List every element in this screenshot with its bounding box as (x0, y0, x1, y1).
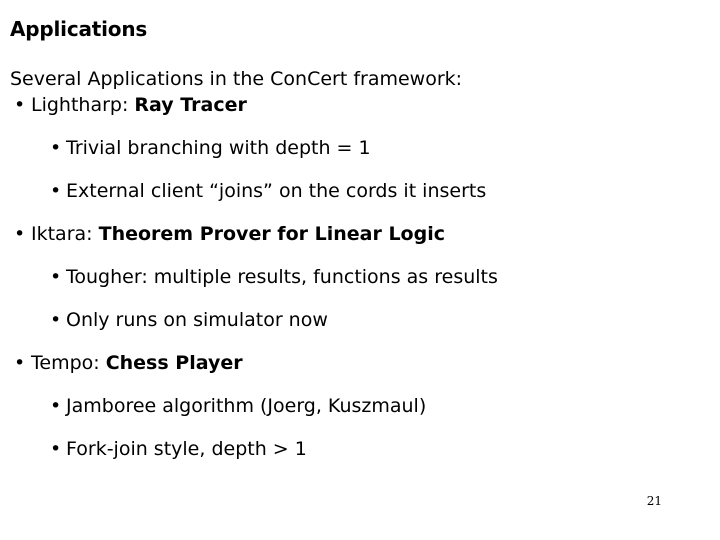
bullet-item-level-1: • Iktara: Theorem Prover for Linear Logic (0, 221, 720, 264)
bullet-text-plain: Iktara: (31, 223, 99, 245)
bullet-text-plain: Jamboree algorithm (Joerg, Kuszmaul) (66, 395, 427, 417)
bullet-point-icon: • (14, 94, 26, 116)
bullet-item-label: Tempo: Chess Player (31, 350, 243, 376)
bullet-item-level-2: • External client “joins” on the cords it… (0, 178, 720, 221)
page-number: 21 (646, 494, 662, 508)
bullet-point-icon: • (50, 137, 62, 159)
bullet-item-label: Lightharp: Ray Tracer (31, 92, 247, 118)
bullet-text-plain: Only runs on simulator now (66, 309, 328, 331)
bullet-item-level-2: • Only runs on simulator now (0, 307, 720, 350)
bullet-item-label: Iktara: Theorem Prover for Linear Logic (31, 221, 445, 247)
bullet-text-plain: External client “joins” on the cords it … (66, 180, 487, 202)
bullet-text-plain: Fork-join style, depth > 1 (66, 438, 307, 460)
bullet-item-level-2: • Jamboree algorithm (Joerg, Kuszmaul) (0, 393, 720, 436)
bullet-item-label: Tougher: multiple results, functions as … (66, 264, 498, 290)
bullet-point-icon: • (14, 223, 26, 245)
bullet-item-label: Jamboree algorithm (Joerg, Kuszmaul) (66, 393, 426, 419)
bullet-item-label: Only runs on simulator now (66, 307, 328, 333)
bullet-item-label: Fork-join style, depth > 1 (66, 436, 307, 462)
bullet-text-emphasis: Theorem Prover for Linear Logic (98, 223, 445, 245)
bullet-point-icon: • (50, 395, 62, 417)
bullet-point-icon: • (50, 180, 62, 202)
bullet-item-label: Trivial branching with depth = 1 (66, 135, 371, 161)
bullet-point-icon: • (14, 352, 26, 374)
bullet-text-emphasis: Chess Player (105, 352, 243, 374)
bullet-point-icon: • (50, 438, 62, 460)
bullet-text-plain: Tempo: (31, 352, 106, 374)
bullet-item-level-2: • Tougher: multiple results, functions as… (0, 264, 720, 307)
bullet-point-icon: • (50, 266, 62, 288)
bullet-text-plain: Trivial branching with depth = 1 (66, 137, 371, 159)
bullet-text-plain: Tougher: multiple results, functions as … (66, 266, 498, 288)
bullet-text-plain: Lightharp: (31, 94, 135, 116)
presentation-slide: Applications Several Applications in the… (0, 0, 720, 540)
page-title: Applications (10, 17, 148, 42)
intro-paragraph: Several Applications in the ConCert fram… (10, 68, 463, 90)
bullet-item-level-2: • Trivial branching with depth = 1 (0, 135, 720, 178)
bullet-list: • Lightharp: Ray Tracer • Trivial branching… (0, 92, 720, 479)
bullet-text-emphasis: Ray Tracer (134, 94, 247, 116)
bullet-item-level-1: • Tempo: Chess Player (0, 350, 720, 393)
bullet-item-level-1: • Lightharp: Ray Tracer (0, 92, 720, 135)
bullet-item-label: External client “joins” on the cords it … (66, 178, 486, 204)
bullet-point-icon: • (50, 309, 62, 331)
bullet-item-level-2: • Fork-join style, depth > 1 (0, 436, 720, 479)
